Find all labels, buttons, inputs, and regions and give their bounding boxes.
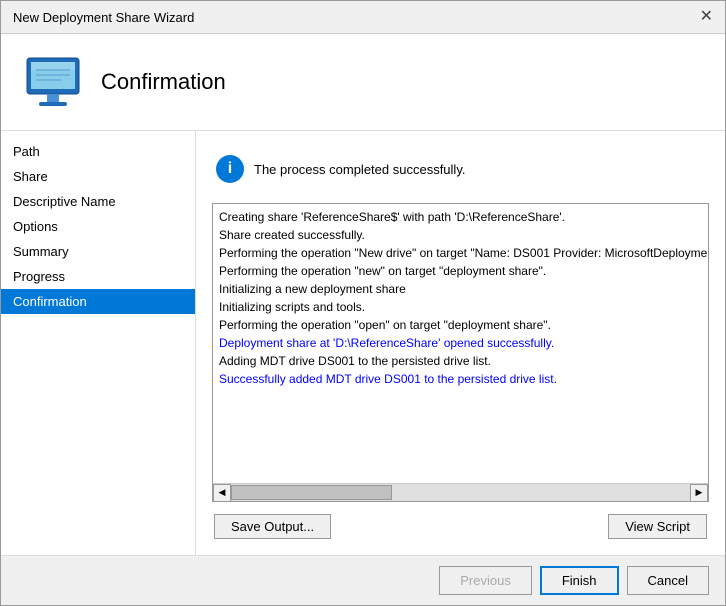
- close-button[interactable]: ✕: [700, 9, 713, 25]
- previous-button[interactable]: Previous: [439, 566, 532, 595]
- sidebar-item-summary[interactable]: Summary: [1, 239, 195, 264]
- info-icon: i: [216, 155, 244, 183]
- save-output-button[interactable]: Save Output...: [214, 514, 331, 539]
- wizard-icon: [21, 50, 85, 114]
- cancel-button[interactable]: Cancel: [627, 566, 709, 595]
- view-script-button[interactable]: View Script: [608, 514, 707, 539]
- finish-button[interactable]: Finish: [540, 566, 619, 595]
- scroll-left-button[interactable]: ◀: [213, 484, 231, 502]
- scroll-thumb[interactable]: [231, 485, 392, 500]
- log-content[interactable]: Creating share 'ReferenceShare$' with pa…: [213, 204, 708, 483]
- sidebar-item-confirmation[interactable]: Confirmation: [1, 289, 195, 314]
- log-area: Creating share 'ReferenceShare$' with pa…: [212, 203, 709, 502]
- horizontal-scrollbar[interactable]: ◀ ▶: [213, 483, 708, 501]
- sidebar-item-share[interactable]: Share: [1, 164, 195, 189]
- scroll-right-button[interactable]: ▶: [690, 484, 708, 502]
- scroll-track[interactable]: [231, 484, 690, 501]
- page-title: Confirmation: [101, 69, 226, 95]
- content-area: Path Share Descriptive Name Options Summ…: [1, 131, 725, 555]
- log-buttons: Save Output... View Script: [212, 514, 709, 539]
- sidebar-item-options[interactable]: Options: [1, 214, 195, 239]
- sidebar: Path Share Descriptive Name Options Summ…: [1, 131, 196, 555]
- sidebar-item-path[interactable]: Path: [1, 139, 195, 164]
- dialog: New Deployment Share Wizard ✕ Conf: [0, 0, 726, 606]
- footer: Previous Finish Cancel: [1, 555, 725, 605]
- main-content: i The process completed successfully. Cr…: [196, 131, 725, 555]
- header: Confirmation: [1, 34, 725, 131]
- success-message: The process completed successfully.: [254, 162, 465, 177]
- dialog-title: New Deployment Share Wizard: [13, 10, 194, 25]
- title-bar: New Deployment Share Wizard ✕: [1, 1, 725, 34]
- sidebar-item-progress[interactable]: Progress: [1, 264, 195, 289]
- sidebar-item-descriptive-name[interactable]: Descriptive Name: [1, 189, 195, 214]
- success-banner: i The process completed successfully.: [212, 147, 709, 191]
